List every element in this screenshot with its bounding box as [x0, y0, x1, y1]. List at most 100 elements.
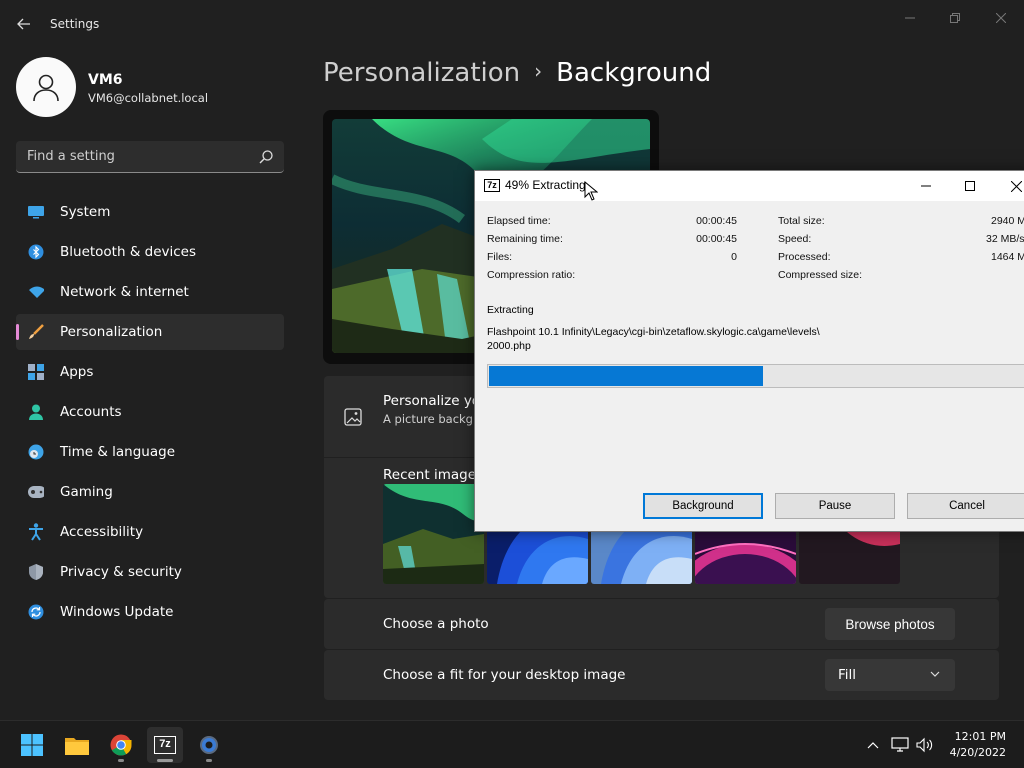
- sidebar-item-bluetooth[interactable]: Bluetooth & devices: [16, 234, 284, 270]
- dialog-title-bar[interactable]: 7z 49% Extracting: [475, 171, 1024, 201]
- sidebar-item-label: Gaming: [60, 484, 113, 500]
- taskbar-clock-date[interactable]: 4/20/2022: [944, 746, 1006, 759]
- gamepad-icon: [28, 484, 44, 500]
- dialog-close-button[interactable]: [1005, 176, 1024, 196]
- sidebar-item-label: System: [60, 204, 111, 220]
- start-button[interactable]: [14, 727, 50, 763]
- close-icon: [1010, 180, 1022, 192]
- sidebar-item-label: Bluetooth & devices: [60, 244, 197, 260]
- start-icon: [21, 734, 43, 756]
- total-size-value: 2940 M: [991, 215, 1024, 227]
- dialog-title: 49% Extracting: [505, 178, 586, 192]
- globe-clock-icon: [28, 444, 44, 460]
- app-title: Settings: [50, 17, 100, 31]
- sidebar-item-privacy[interactable]: Privacy & security: [16, 554, 284, 590]
- sidebar-item-system[interactable]: System: [16, 194, 284, 230]
- bluetooth-icon: [28, 244, 44, 260]
- choose-fit-row: Choose a fit for your desktop image Fill: [324, 650, 999, 700]
- image-icon: [344, 408, 362, 426]
- search-box[interactable]: [16, 141, 284, 173]
- sidebar-item-time-language[interactable]: Time & language: [16, 434, 284, 470]
- taskbar-settings[interactable]: [191, 727, 227, 763]
- page-title: Background: [556, 58, 712, 88]
- elapsed-time-value: 00:00:45: [696, 215, 737, 227]
- recent-image-1[interactable]: [383, 484, 484, 584]
- restore-icon: [950, 13, 960, 23]
- taskbar-clock-time[interactable]: 12:01 PM: [954, 730, 1006, 743]
- sidebar-item-personalization[interactable]: Personalization: [16, 314, 284, 350]
- avatar[interactable]: [16, 57, 76, 117]
- speed-value: 32 MB/s: [986, 233, 1024, 245]
- taskbar-7zip[interactable]: 7z: [147, 727, 183, 763]
- sidebar-item-label: Privacy & security: [60, 564, 182, 580]
- taskbar-chrome[interactable]: [103, 727, 139, 763]
- sidebar-item-accounts[interactable]: Accounts: [16, 394, 284, 430]
- back-button[interactable]: [10, 10, 38, 38]
- person-icon: [33, 74, 59, 102]
- sidebar-item-label: Time & language: [60, 444, 176, 460]
- remaining-time-label: Remaining time:: [487, 233, 563, 245]
- total-size-label: Total size:: [778, 215, 825, 227]
- files-value: 0: [731, 251, 737, 263]
- search-input[interactable]: [16, 141, 252, 172]
- sidebar-item-label: Apps: [60, 364, 94, 380]
- breadcrumb: Personalization › Background: [323, 58, 711, 88]
- taskbar-file-explorer[interactable]: [59, 727, 95, 763]
- sidebar-item-apps[interactable]: Apps: [16, 354, 284, 390]
- running-indicator: [157, 759, 173, 762]
- accessibility-icon: [28, 523, 44, 541]
- speed-label: Speed:: [778, 233, 812, 245]
- background-button[interactable]: Background: [643, 493, 763, 519]
- 7zip-icon: 7z: [484, 179, 500, 192]
- update-icon: [28, 604, 44, 620]
- network-tray-button[interactable]: [891, 736, 909, 754]
- choose-photo-row: Choose a photo Browse photos: [324, 599, 999, 649]
- file-explorer-icon: [65, 738, 89, 755]
- sidebar-item-label: Personalization: [60, 324, 163, 340]
- extract-progress-dialog: 7z 49% Extracting Elapsed time: 00:00:45…: [474, 170, 1024, 532]
- show-hidden-icons-button[interactable]: [864, 736, 882, 754]
- brush-icon: [28, 324, 44, 340]
- maximize-button[interactable]: [935, 6, 975, 30]
- monitor-icon: [28, 204, 44, 220]
- chevron-up-icon: [867, 742, 879, 749]
- browse-photos-button[interactable]: Browse photos: [825, 608, 955, 640]
- sidebar-item-windows-update[interactable]: Windows Update: [16, 594, 284, 630]
- sidebar-item-label: Windows Update: [60, 604, 174, 620]
- extract-progress-fill: [489, 366, 763, 386]
- minimize-button[interactable]: [890, 6, 930, 30]
- sidebar-item-network[interactable]: Network & internet: [16, 274, 284, 310]
- running-indicator: [206, 759, 212, 762]
- files-label: Files:: [487, 251, 513, 263]
- close-button[interactable]: [981, 6, 1021, 30]
- volume-icon: [916, 737, 933, 753]
- extract-progress-bar: [487, 364, 1024, 388]
- wifi-icon: [28, 284, 44, 300]
- user-email: VM6@collabnet.local: [88, 91, 209, 105]
- fit-dropdown[interactable]: Fill: [825, 659, 955, 691]
- cancel-button[interactable]: Cancel: [907, 493, 1024, 519]
- search-icon[interactable]: [258, 149, 274, 165]
- processed-value: 1464 M: [991, 251, 1024, 263]
- dialog-minimize-button[interactable]: [915, 176, 937, 196]
- sidebar-item-gaming[interactable]: Gaming: [16, 474, 284, 510]
- maximize-icon: [965, 181, 975, 191]
- dialog-maximize-button[interactable]: [959, 176, 981, 196]
- sidebar-item-label: Accessibility: [60, 524, 144, 540]
- network-icon: [891, 737, 909, 752]
- sidebar-item-label: Network & internet: [60, 284, 189, 300]
- sidebar-item-accessibility[interactable]: Accessibility: [16, 514, 284, 550]
- breadcrumb-parent[interactable]: Personalization: [323, 58, 520, 88]
- chrome-icon: [110, 734, 132, 756]
- recent-images-title: Recent images: [383, 467, 484, 483]
- mouse-cursor-icon: [584, 181, 598, 201]
- personalize-title: Personalize yo: [383, 393, 481, 409]
- remaining-time-value: 00:00:45: [696, 233, 737, 245]
- title-bar: Settings: [0, 0, 1024, 48]
- running-indicator: [118, 759, 124, 762]
- compression-ratio-label: Compression ratio:: [487, 269, 576, 281]
- volume-tray-button[interactable]: [916, 736, 934, 754]
- pause-button[interactable]: Pause: [775, 493, 895, 519]
- choose-photo-label: Choose a photo: [383, 616, 489, 632]
- back-arrow-icon: [17, 18, 30, 30]
